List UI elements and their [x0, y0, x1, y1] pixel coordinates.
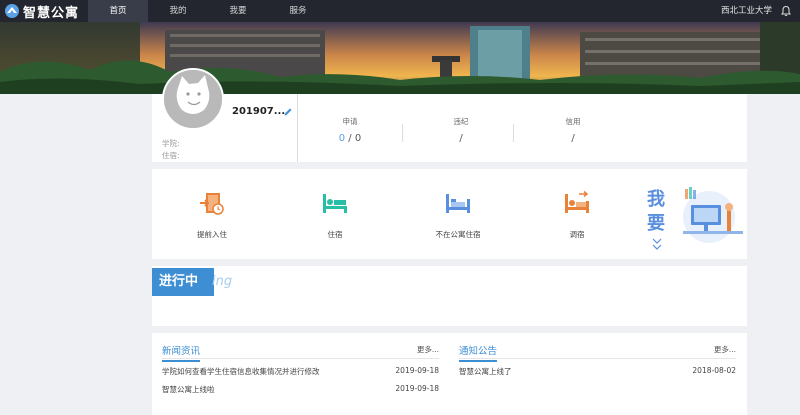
- service-label: 调宿: [569, 230, 585, 239]
- stat-violation[interactable]: 违纪 /: [411, 116, 511, 144]
- nav-item-home[interactable]: 首页: [88, 0, 148, 22]
- top-navbar: 智慧公寓 首页 我的 我要 服务 西北工业大学: [0, 0, 800, 22]
- default-avatar-icon: [164, 70, 222, 128]
- stat-violation-value: /: [459, 133, 463, 144]
- want-line-1: 我: [647, 189, 665, 210]
- profile-card: 201907... 学院: 住宿: 申请 0 / 0 违纪 / 信用 /: [152, 68, 747, 162]
- stat-divider: [513, 124, 514, 142]
- stat-credit[interactable]: 信用 /: [523, 116, 623, 144]
- app-logo[interactable]: 智慧公寓: [4, 2, 80, 21]
- avatar[interactable]: [162, 68, 224, 130]
- logo-icon: [5, 4, 19, 18]
- service-room-change[interactable]: 调宿: [527, 189, 627, 240]
- notices-panel: 通知公告 更多... 智慧公寓上线了 2018-08-02: [459, 343, 736, 377]
- bell-icon[interactable]: [780, 5, 792, 17]
- list-item[interactable]: 智慧公寓上线啦 2019-09-18: [162, 380, 439, 395]
- news-more-link[interactable]: 更多...: [417, 344, 439, 355]
- nav-item-mine[interactable]: 我的: [148, 0, 208, 22]
- service-not-staying[interactable]: 不在公寓住宿: [408, 189, 508, 240]
- edit-pencil-icon[interactable]: [283, 107, 293, 117]
- stat-divider: [402, 124, 403, 142]
- list-item[interactable]: 学院如何查看学生住宿信息收集情况并进行修改 2019-09-18: [162, 362, 439, 377]
- stat-apply-value: 0 / 0: [300, 133, 400, 144]
- nav-item-want[interactable]: 我要: [208, 0, 268, 22]
- news-panel: 新闻资讯 更多... 学院如何查看学生住宿信息收集情况并进行修改 2019-09…: [162, 343, 439, 395]
- services-panel: 提前入住 住宿 不在公寓住宿 调宿 我 要: [152, 169, 747, 259]
- news-item-date: 2019-09-18: [395, 366, 439, 375]
- stat-violation-label: 违纪: [453, 117, 469, 126]
- service-label: 住宿: [327, 230, 343, 239]
- notices-header: 通知公告 更多...: [459, 343, 736, 362]
- in-progress-suffix: ing: [212, 274, 233, 289]
- school-name[interactable]: 西北工业大学: [721, 0, 772, 22]
- notice-item-title: 智慧公寓上线了: [459, 367, 512, 376]
- notice-item-date: 2018-08-02: [692, 366, 736, 375]
- notices-title: 通知公告: [459, 343, 498, 362]
- news-item-title: 智慧公寓上线啦: [162, 385, 215, 394]
- news-title: 新闻资讯: [162, 343, 201, 362]
- stat-apply[interactable]: 申请 0 / 0: [300, 116, 400, 144]
- campus-banner: [0, 22, 800, 94]
- room-label: 住宿:: [162, 151, 180, 160]
- app-name: 智慧公寓: [23, 5, 80, 21]
- stat-apply-sep: /: [345, 133, 355, 144]
- nav-item-service[interactable]: 服务: [268, 0, 328, 22]
- campus-banner-image: [0, 22, 800, 94]
- news-item-date: 2019-09-18: [395, 384, 439, 393]
- stat-apply-total: 0: [354, 133, 362, 144]
- want-shortcut[interactable]: 我 要: [647, 179, 747, 257]
- in-progress-panel: 进行中 ing: [152, 266, 747, 326]
- news-item-title: 学院如何查看学生住宿信息收集情况并进行修改: [162, 367, 320, 376]
- service-label: 提前入住: [197, 230, 227, 239]
- want-line-2: 要: [647, 213, 665, 234]
- profile-divider: [297, 94, 298, 162]
- stat-credit-label: 信用: [565, 117, 581, 126]
- college-label: 学院:: [162, 139, 180, 148]
- notices-more-link[interactable]: 更多...: [714, 344, 736, 355]
- in-progress-title: 进行中: [152, 268, 214, 296]
- stat-apply-label: 申请: [342, 117, 358, 126]
- news-notices-panel: 新闻资讯 更多... 学院如何查看学生住宿信息收集情况并进行修改 2019-09…: [152, 333, 747, 415]
- room-change-bed-icon: [565, 190, 589, 213]
- service-label: 不在公寓住宿: [435, 230, 481, 239]
- not-staying-bed-icon: [446, 194, 470, 213]
- stat-credit-value: /: [571, 133, 575, 144]
- news-header: 新闻资讯 更多...: [162, 343, 439, 362]
- main-nav: 首页 我的 我要 服务: [88, 0, 328, 22]
- list-item[interactable]: 智慧公寓上线了 2018-08-02: [459, 362, 736, 377]
- early-checkin-icon: [200, 193, 224, 215]
- accommodation-bed-icon: [323, 194, 347, 213]
- service-early-checkin[interactable]: 提前入住: [162, 189, 262, 240]
- service-accommodation[interactable]: 住宿: [285, 189, 385, 240]
- username: 201907...: [232, 106, 286, 117]
